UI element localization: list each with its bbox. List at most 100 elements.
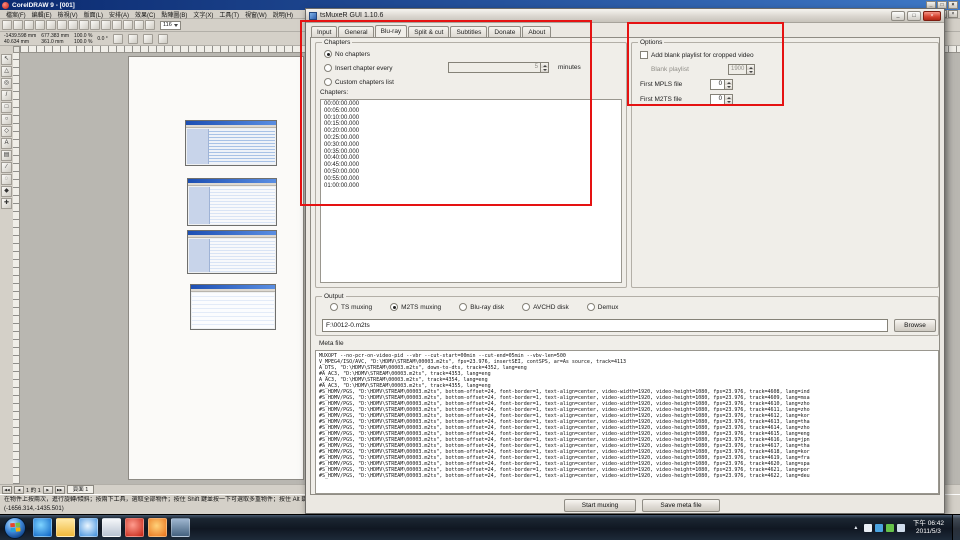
- eyedropper-tool-icon[interactable]: ∕: [1, 162, 12, 173]
- menu-item[interactable]: 工具(T): [216, 13, 242, 19]
- radio-blu-ray-disk[interactable]: Blu-ray disk: [459, 303, 504, 311]
- show-desktop-button[interactable]: [952, 515, 960, 540]
- next-page-icon[interactable]: ▶: [43, 486, 53, 494]
- pick-tool-icon[interactable]: ↖: [1, 54, 12, 65]
- text-tool-icon[interactable]: A: [1, 138, 12, 149]
- tray-volume-icon[interactable]: [875, 524, 883, 532]
- start-button[interactable]: [4, 517, 26, 539]
- open-icon[interactable]: [13, 20, 23, 30]
- radio-ts-muxing[interactable]: TS muxing: [330, 303, 372, 311]
- zoom-level-combo[interactable]: 116: [160, 21, 181, 30]
- zoom-tool-icon[interactable]: ◎: [1, 78, 12, 89]
- previous-page-icon[interactable]: ◀: [14, 486, 24, 494]
- tab-input[interactable]: Input: [311, 26, 337, 37]
- menu-item[interactable]: 版面(L): [81, 13, 106, 19]
- menu-item[interactable]: 視窗(W): [242, 13, 270, 19]
- coreldraw-taskbar-icon[interactable]: [125, 518, 144, 537]
- tab-split-cut[interactable]: Split & cut: [408, 26, 449, 37]
- wrap-text-icon[interactable]: [143, 34, 153, 44]
- output-file-input[interactable]: [322, 319, 888, 332]
- canvas-image-1[interactable]: [185, 120, 277, 166]
- tray-antivirus-icon[interactable]: [886, 524, 894, 532]
- first-m2ts-stepper[interactable]: 0: [710, 94, 733, 105]
- tab-blu-ray[interactable]: Blu-ray: [375, 25, 408, 37]
- copy-icon[interactable]: [57, 20, 67, 30]
- doc-close-icon[interactable]: ×: [948, 10, 958, 18]
- explorer-icon[interactable]: [56, 518, 75, 537]
- spin-down-icon[interactable]: [541, 68, 548, 73]
- tab-about[interactable]: About: [522, 26, 551, 37]
- undo-icon[interactable]: [79, 20, 89, 30]
- tab-general[interactable]: General: [338, 26, 373, 37]
- save-icon[interactable]: [24, 20, 34, 30]
- position-y-field[interactable]: 40.634 mm: [4, 39, 36, 45]
- close-icon[interactable]: ×: [923, 11, 941, 21]
- convert-to-curves-icon[interactable]: [158, 34, 168, 44]
- radio-demux[interactable]: Demux: [587, 303, 619, 311]
- spin-down-icon[interactable]: [725, 100, 732, 105]
- export-icon[interactable]: [112, 20, 122, 30]
- tray-network-icon[interactable]: [864, 524, 872, 532]
- tsmuxer-titlebar[interactable]: tsMuxeR GUI 1.10.6 _ □ ×: [306, 9, 944, 23]
- menu-item[interactable]: 檢視(V): [55, 13, 81, 19]
- radio-insert-chapter-every[interactable]: Insert chapter every: [324, 63, 392, 73]
- tray-language-icon[interactable]: [897, 524, 905, 532]
- menu-item[interactable]: 檔案(F): [3, 13, 29, 19]
- outline-tool-icon[interactable]: ◌: [1, 174, 12, 185]
- chapters-list[interactable]: 00:00:00.000 00:05:00.000 00:10:00.000 0…: [320, 99, 622, 283]
- menu-item[interactable]: 安排(A): [106, 13, 132, 19]
- first-mpls-stepper[interactable]: 0: [710, 79, 733, 90]
- page-tab[interactable]: 頁面 1: [67, 485, 95, 494]
- import-icon[interactable]: [101, 20, 111, 30]
- print-icon[interactable]: [35, 20, 45, 30]
- taskbar-clock[interactable]: 下午 06:42 2011/5/3: [908, 520, 949, 536]
- last-page-icon[interactable]: ▶▶: [55, 486, 65, 494]
- menu-item[interactable]: 說明(H): [270, 13, 296, 19]
- canvas-image-2[interactable]: [187, 178, 277, 226]
- shape-tool-icon[interactable]: △: [1, 66, 12, 77]
- browse-button[interactable]: Browse: [894, 319, 936, 332]
- save-meta-file-button[interactable]: Save meta file: [642, 499, 720, 512]
- size-height-field[interactable]: 361.0 mm: [41, 39, 69, 45]
- freehand-tool-icon[interactable]: /: [1, 90, 12, 101]
- menu-item[interactable]: 點陣圖(B): [158, 13, 190, 19]
- menu-item[interactable]: 文字(X): [190, 13, 216, 19]
- tray-expand-icon[interactable]: ▴: [851, 524, 861, 531]
- chapter-interval-stepper[interactable]: 5: [448, 62, 549, 73]
- ellipse-tool-icon[interactable]: ○: [1, 114, 12, 125]
- scale-y-field[interactable]: 100.0 %: [74, 39, 92, 45]
- ie-icon[interactable]: [33, 518, 52, 537]
- firefox-icon[interactable]: [148, 518, 167, 537]
- maximize-icon[interactable]: □: [907, 11, 921, 21]
- meta-file-textarea[interactable]: MUXOPT --no-pcr-on-video-pid --vbr --cut…: [315, 350, 939, 494]
- interactive-fill-tool-icon[interactable]: ▤: [1, 150, 12, 161]
- menu-item[interactable]: 效果(C): [132, 13, 158, 19]
- close-icon[interactable]: ×: [948, 1, 958, 9]
- help-icon[interactable]: [145, 20, 155, 30]
- interactive-blend-tool-icon[interactable]: ✚: [1, 198, 12, 209]
- spin-down-icon[interactable]: [725, 85, 732, 90]
- corel-online-icon[interactable]: [134, 20, 144, 30]
- tab-donate[interactable]: Donate: [488, 26, 521, 37]
- radio-avchd-disk[interactable]: AVCHD disk: [522, 303, 569, 311]
- media-player-icon[interactable]: [79, 518, 98, 537]
- polygon-tool-icon[interactable]: ◇: [1, 126, 12, 137]
- spin-down-icon[interactable]: [747, 70, 754, 75]
- radio-m2ts-muxing[interactable]: M2TS muxing: [390, 303, 441, 311]
- application-launcher-icon[interactable]: [123, 20, 133, 30]
- start-muxing-button[interactable]: Start muxing: [564, 499, 636, 512]
- rotation-angle-field[interactable]: 0.0 °: [97, 36, 107, 42]
- radio-no-chapters[interactable]: No chapters: [324, 49, 370, 59]
- paste-icon[interactable]: [68, 20, 78, 30]
- new-document-icon[interactable]: [2, 20, 12, 30]
- canvas-image-4[interactable]: [190, 284, 276, 330]
- menu-item[interactable]: 編輯(E): [29, 13, 55, 19]
- cut-icon[interactable]: [46, 20, 56, 30]
- add-blank-playlist-checkbox[interactable]: Add blank playlist for cropped video: [640, 50, 754, 60]
- minimize-icon[interactable]: _: [891, 11, 905, 21]
- first-page-icon[interactable]: ◀◀: [2, 486, 12, 494]
- radio-custom-chapters-list[interactable]: Custom chapters list: [324, 77, 394, 87]
- canvas-image-3[interactable]: [187, 230, 277, 274]
- tab-subtitles[interactable]: Subtitles: [450, 26, 487, 37]
- mirror-vertical-icon[interactable]: [128, 34, 138, 44]
